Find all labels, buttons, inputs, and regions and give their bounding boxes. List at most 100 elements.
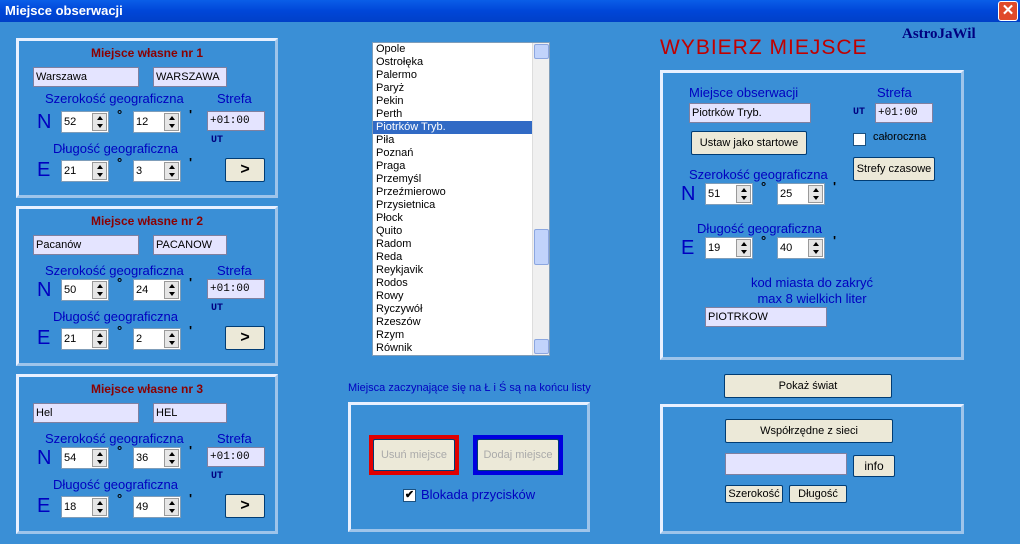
list-item[interactable]: Opole <box>373 43 549 56</box>
list-item[interactable]: Przysietnica <box>373 199 549 212</box>
list-item[interactable]: Równik <box>373 342 549 355</box>
latitude-label: Szerokość geograficzna <box>45 91 184 106</box>
list-scrollbar[interactable] <box>532 43 549 355</box>
list-item[interactable]: Ryczywół <box>373 303 549 316</box>
net-lon-button[interactable]: Długość <box>789 485 847 503</box>
east-label: E <box>681 237 695 259</box>
list-item[interactable]: Quito <box>373 225 549 238</box>
lat-min-spinner[interactable]: 24 <box>133 279 181 301</box>
zone-field[interactable]: +01:00 <box>207 447 265 467</box>
remove-place-button[interactable]: Usuń miejsce <box>373 439 455 471</box>
city-code-label: kod miasta do zakryć <box>750 275 874 290</box>
lat-min-spinner[interactable]: 12 <box>133 111 181 133</box>
time-zones-button[interactable]: Strefy czasowe <box>853 157 935 181</box>
place-code-field[interactable]: HEL <box>153 403 227 423</box>
lon-deg-spinner[interactable]: 21 <box>61 328 109 350</box>
net-lat-button[interactable]: Szerokość <box>725 485 783 503</box>
place-name-field[interactable]: Hel <box>33 403 139 423</box>
lon-deg-spinner[interactable]: 18 <box>61 496 109 518</box>
list-item[interactable]: Pekin <box>373 95 549 108</box>
lon-min-spinner[interactable]: 49 <box>133 496 181 518</box>
degree-symbol: ° <box>117 323 123 338</box>
minute-symbol: ' <box>189 107 193 122</box>
list-item[interactable]: Płock <box>373 212 549 225</box>
obs-lon-min-spinner[interactable]: 40 <box>777 237 825 259</box>
obs-lon-deg-spinner[interactable]: 19 <box>705 237 753 259</box>
zone-field[interactable]: +01:00 <box>207 279 265 299</box>
obs-name-field[interactable]: Piotrków Tryb. <box>689 103 811 123</box>
obs-zone-field[interactable]: +01:00 <box>875 103 933 123</box>
list-item[interactable]: Paryż <box>373 82 549 95</box>
lon-deg-spinner[interactable]: 21 <box>61 160 109 182</box>
longitude-label: Długość geograficzna <box>53 477 179 492</box>
scroll-up-icon[interactable] <box>534 44 549 59</box>
list-item[interactable]: Reda <box>373 251 549 264</box>
list-item[interactable]: Palermo <box>373 69 549 82</box>
place-name-field[interactable]: Warszawa <box>33 67 139 87</box>
lat-deg-spinner[interactable]: 52 <box>61 111 109 133</box>
list-item[interactable]: Praga <box>373 160 549 173</box>
main-area: Miejsce własne nr 1 Warszawa WARSZAWA Sz… <box>0 22 1020 544</box>
use-place-button[interactable]: > <box>225 494 265 518</box>
list-item[interactable]: Perth <box>373 108 549 121</box>
degree-symbol: ° <box>117 155 123 170</box>
own-place-panel-2: Miejsce własne nr 2 Pacanów PACANOW Szer… <box>16 206 278 366</box>
obs-lat-deg-spinner[interactable]: 51 <box>705 183 753 205</box>
list-item[interactable]: Radom <box>373 238 549 251</box>
zone-field[interactable]: +01:00 <box>207 111 265 131</box>
use-place-button[interactable]: > <box>225 326 265 350</box>
use-place-button[interactable]: > <box>225 158 265 182</box>
year-round-checkbox[interactable] <box>853 133 866 146</box>
net-query-input[interactable] <box>725 453 847 475</box>
place-name-field[interactable]: Pacanów <box>33 235 139 255</box>
lock-checkbox[interactable]: ✔ <box>403 489 416 502</box>
panel-title: Miejsce własne nr 1 <box>90 46 204 60</box>
place-code-field[interactable]: PACANOW <box>153 235 227 255</box>
own-place-panel-3: Miejsce własne nr 3 Hel HEL Szerokość ge… <box>16 374 278 534</box>
lat-min-spinner[interactable]: 36 <box>133 447 181 469</box>
lon-min-spinner[interactable]: 2 <box>133 328 181 350</box>
panel-title: Miejsce własne nr 3 <box>90 382 204 396</box>
list-item[interactable]: Rzeszów <box>373 316 549 329</box>
info-button[interactable]: info <box>853 455 895 477</box>
set-start-button[interactable]: Ustaw jako startowe <box>691 131 807 155</box>
list-item[interactable]: Poznań <box>373 147 549 160</box>
observation-panel: Miejsce obserwacji Strefa Piotrków Tryb.… <box>660 70 964 360</box>
lat-deg-spinner[interactable]: 54 <box>61 447 109 469</box>
close-icon[interactable]: ✕ <box>998 1 1018 21</box>
place-code-field[interactable]: WARSZAWA <box>153 67 227 87</box>
city-code-field[interactable]: PIOTRKOW <box>705 307 827 327</box>
lon-min-spinner[interactable]: 3 <box>133 160 181 182</box>
list-item[interactable]: Rzym <box>373 329 549 342</box>
add-place-button[interactable]: Dodaj miejsce <box>477 439 559 471</box>
list-item[interactable]: Reykjavik <box>373 264 549 277</box>
list-item[interactable]: Ostrołęka <box>373 56 549 69</box>
latitude-label: Szerokość geograficzna <box>45 263 184 278</box>
minute-symbol: ' <box>189 323 193 338</box>
obs-lat-min-spinner[interactable]: 25 <box>777 183 825 205</box>
lat-deg-spinner[interactable]: 50 <box>61 279 109 301</box>
minute-symbol: ' <box>833 179 837 194</box>
east-label: E <box>37 159 51 181</box>
degree-symbol: ° <box>761 179 767 194</box>
list-item[interactable]: Piła <box>373 134 549 147</box>
list-item[interactable]: Przeźmierowo <box>373 186 549 199</box>
north-label: N <box>37 111 52 133</box>
latitude-label: Szerokość geograficzna <box>689 167 828 182</box>
remove-frame: Usuń miejsce <box>369 435 459 475</box>
list-item[interactable]: Przemyśl <box>373 173 549 186</box>
degree-symbol: ° <box>761 233 767 248</box>
city-listbox[interactable]: Opole Ostrołęka Palermo Paryż Pekin Perth Piot… <box>372 42 550 356</box>
show-world-button[interactable]: Pokaż świat <box>724 374 892 398</box>
list-item[interactable]: Rowy <box>373 290 549 303</box>
degree-symbol: ° <box>117 491 123 506</box>
zone-label: Strefa <box>217 91 252 106</box>
scroll-down-icon[interactable] <box>534 339 549 354</box>
net-coords-button[interactable]: Współrzędne z sieci <box>725 419 893 443</box>
zone-label: Strefa <box>217 263 252 278</box>
list-item[interactable]: Piotrków Tryb. <box>373 121 549 134</box>
list-item[interactable]: Rodos <box>373 277 549 290</box>
scroll-thumb[interactable] <box>534 229 549 265</box>
latitude-label: Szerokość geograficzna <box>45 431 184 446</box>
network-panel: Współrzędne z sieci info Szerokość Długo… <box>660 404 964 534</box>
